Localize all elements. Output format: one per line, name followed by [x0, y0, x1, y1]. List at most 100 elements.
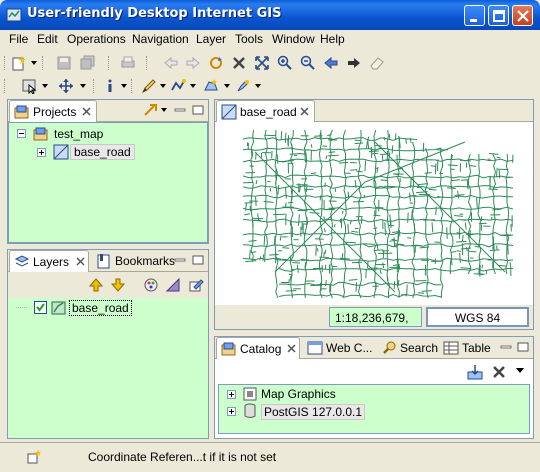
tree-map-label[interactable]: base_road: [70, 144, 135, 160]
web-icon: [307, 341, 323, 355]
tab-web-catalog[interactable]: Web C...: [303, 337, 375, 359]
catalog-item-map-graphics[interactable]: Map Graphics: [261, 387, 336, 401]
minimize-button[interactable]: [464, 5, 485, 26]
fast-view-icon[interactable]: [26, 449, 42, 465]
minimize-panel-icon[interactable]: [174, 105, 186, 115]
view-menu-arrow[interactable]: [161, 108, 167, 112]
tab-map-base-road[interactable]: base_road: [216, 100, 315, 122]
minimize-panel-icon[interactable]: [174, 255, 186, 265]
info-icon[interactable]: [102, 78, 118, 94]
move-layer-up-icon[interactable]: [88, 277, 104, 293]
layer-name[interactable]: base_road: [69, 300, 132, 316]
maximize-panel-icon[interactable]: [192, 105, 204, 115]
maximize-panel-icon[interactable]: [192, 255, 204, 265]
expand-base-road-toggle[interactable]: [37, 148, 46, 157]
catalog-item-postgis[interactable]: PostGIS 127.0.0.1: [261, 404, 366, 420]
road-segment: [305, 185, 308, 192]
menu-tools[interactable]: Tools: [235, 32, 263, 46]
stop-icon[interactable]: [231, 55, 247, 71]
geometry-icon[interactable]: [203, 78, 219, 94]
vertex-dropdown-arrow[interactable]: [255, 84, 261, 88]
road-segment: [498, 169, 501, 179]
maximize-panel-icon[interactable]: [517, 342, 529, 352]
minimize-panel-icon[interactable]: [500, 342, 512, 352]
geometry-dropdown-arrow[interactable]: [224, 84, 230, 88]
tab-catalog[interactable]: Catalog: [216, 337, 300, 359]
road-segment: [280, 131, 283, 140]
menu-window[interactable]: Window: [272, 32, 315, 46]
crs-button[interactable]: WGS 84: [426, 307, 529, 327]
road-segment: [242, 194, 513, 199]
road-segment: [373, 179, 375, 187]
collapse-test-map-toggle[interactable]: [17, 129, 26, 138]
map-status-bar: 1:18,236,679, WGS 84: [215, 305, 533, 329]
tab-table[interactable]: Table: [439, 337, 494, 359]
eraser-icon[interactable]: [369, 55, 385, 71]
road-segment: [368, 150, 379, 153]
back-icon[interactable]: [163, 55, 179, 71]
pan-right-icon[interactable]: [346, 55, 362, 71]
save-all-icon[interactable]: [80, 55, 96, 71]
road-segment: [405, 137, 407, 144]
link-icon[interactable]: [142, 103, 158, 119]
zoom-in-icon[interactable]: [277, 55, 293, 71]
road-segment: [492, 208, 502, 211]
save-icon[interactable]: [56, 55, 72, 71]
edit-icon[interactable]: [141, 78, 157, 94]
zoom-out-icon[interactable]: [300, 55, 316, 71]
pan-move-icon[interactable]: [58, 78, 74, 94]
menu-layer[interactable]: Layer: [196, 32, 226, 46]
road-segment: [302, 223, 307, 225]
menu-operations[interactable]: Operations: [67, 32, 126, 46]
edit-vertex-icon[interactable]: [235, 78, 251, 94]
road-segment: [348, 279, 358, 281]
move-layer-down-icon[interactable]: [110, 277, 126, 293]
legend-icon[interactable]: [165, 277, 181, 293]
expand-map-graphics-toggle[interactable]: [227, 390, 236, 399]
print-icon[interactable]: [120, 55, 136, 71]
road-segment: [299, 185, 301, 193]
close-tab-icon[interactable]: [286, 343, 297, 354]
maximize-button[interactable]: [488, 5, 509, 26]
selection-dropdown-arrow[interactable]: [42, 84, 48, 88]
menu-edit[interactable]: Edit: [37, 32, 58, 46]
new-icon[interactable]: [11, 55, 27, 71]
layer-visibility-checkbox[interactable]: [34, 301, 47, 314]
close-tab-icon[interactable]: [81, 106, 92, 117]
pan-left-icon[interactable]: [323, 55, 339, 71]
road-segment: [505, 153, 510, 275]
remove-icon[interactable]: [491, 364, 507, 380]
map-canvas[interactable]: [215, 122, 533, 306]
selection-icon[interactable]: [21, 78, 37, 94]
close-button[interactable]: [512, 5, 533, 26]
road-network: [242, 129, 514, 299]
close-tab-icon[interactable]: [299, 106, 310, 117]
zoom-extent-icon[interactable]: [254, 55, 270, 71]
edit-layer-icon[interactable]: [188, 277, 204, 293]
catalog-view-menu-arrow[interactable]: [516, 368, 524, 373]
menu-help[interactable]: Help: [320, 32, 345, 46]
tab-layers[interactable]: Layers: [9, 250, 89, 272]
import-icon[interactable]: [467, 364, 483, 380]
style-icon[interactable]: [143, 277, 159, 293]
tree-project-label[interactable]: test_map: [54, 127, 103, 141]
close-tab-icon[interactable]: [75, 256, 86, 267]
scale-field[interactable]: 1:18,236,679,: [329, 307, 422, 327]
pan-dropdown-arrow[interactable]: [80, 84, 86, 88]
tab-bookmarks[interactable]: Bookmarks: [92, 250, 175, 272]
forward-icon[interactable]: [185, 55, 201, 71]
tab-search[interactable]: Search: [377, 337, 439, 359]
menu-navigation[interactable]: Navigation: [132, 32, 189, 46]
edit-dropdown-arrow[interactable]: [160, 84, 166, 88]
create-dropdown-arrow[interactable]: [190, 84, 196, 88]
new-dropdown-arrow[interactable]: [31, 61, 37, 65]
road-segment: [503, 176, 511, 178]
road-segment: [316, 248, 319, 252]
road-segment: [430, 165, 437, 167]
info-dropdown-arrow[interactable]: [121, 84, 127, 88]
tab-projects[interactable]: Projects: [9, 100, 97, 122]
refresh-icon[interactable]: [208, 55, 224, 71]
expand-postgis-toggle[interactable]: [227, 407, 236, 416]
menu-file[interactable]: File: [9, 32, 28, 46]
create-feature-icon[interactable]: [170, 78, 186, 94]
